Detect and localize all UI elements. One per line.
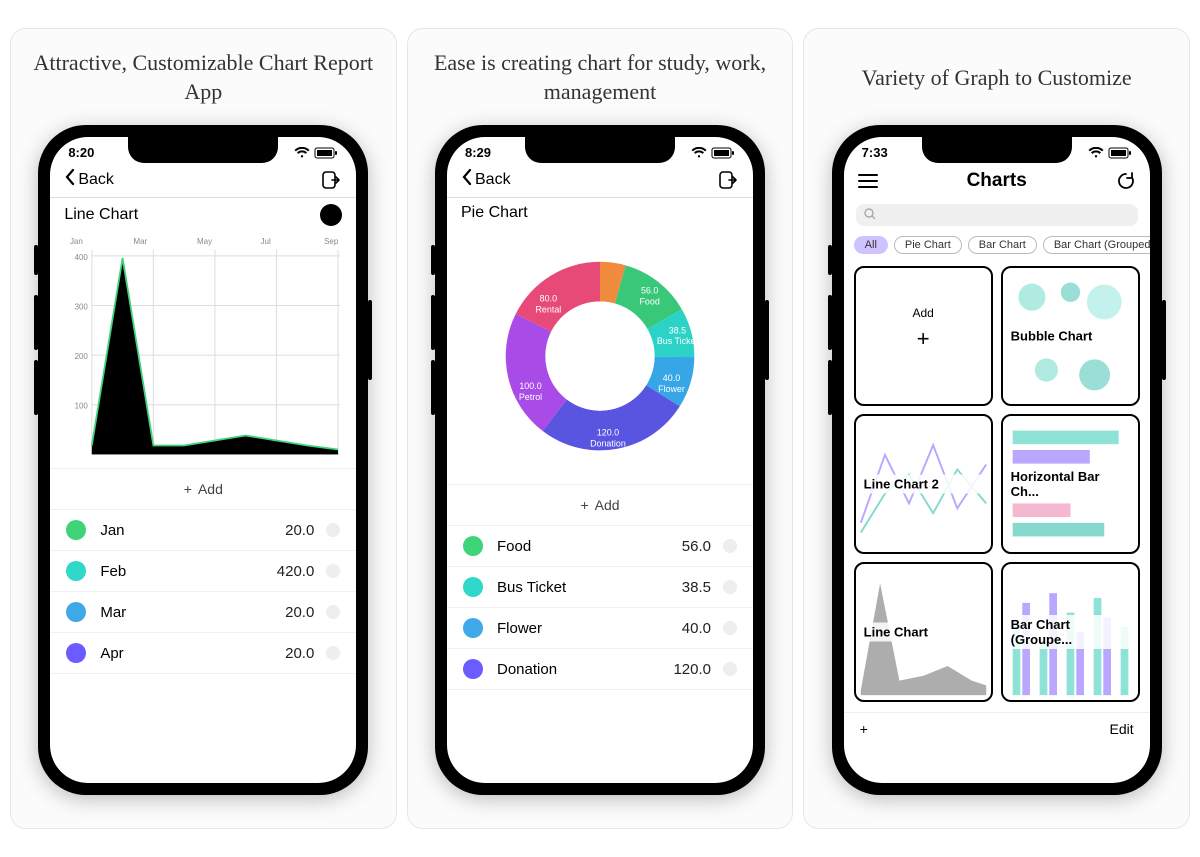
back-button[interactable]: Back: [461, 168, 511, 191]
add-entry-button[interactable]: +Add: [50, 468, 356, 510]
wifi-icon: [1088, 147, 1104, 159]
svg-text:Flower: Flower: [658, 384, 685, 394]
battery-icon: [1108, 147, 1132, 159]
row-radio[interactable]: [326, 646, 340, 660]
svg-text:Petrol: Petrol: [519, 392, 542, 402]
card-horizontal-bar[interactable]: Horizontal Bar Ch...: [1001, 414, 1140, 554]
data-row[interactable]: Feb420.0: [50, 551, 356, 592]
chip-bar[interactable]: Bar Chart: [968, 236, 1037, 254]
card-line-chart-2[interactable]: Line Chart 2: [854, 414, 993, 554]
phone-mock-3: 7:33 Charts All Pie Chart Bar Chart Bar …: [832, 125, 1162, 795]
svg-text:May: May: [197, 237, 212, 246]
row-radio[interactable]: [723, 662, 737, 676]
bottom-add-button[interactable]: +: [860, 721, 868, 737]
svg-text:200: 200: [75, 352, 89, 361]
svg-text:120.0: 120.0: [597, 428, 619, 438]
tagline-3: Variety of Graph to Customize: [862, 49, 1132, 107]
data-row[interactable]: Bus Ticket38.5: [447, 567, 753, 608]
menu-button[interactable]: [858, 173, 878, 189]
svg-text:Food: Food: [639, 296, 659, 306]
data-row[interactable]: Jan20.0: [50, 510, 356, 551]
wifi-icon: [294, 147, 310, 159]
card-line-chart[interactable]: Line Chart: [854, 562, 993, 702]
chart-title: Line Chart: [64, 206, 138, 224]
svg-text:56.0: 56.0: [641, 286, 658, 296]
svg-text:100.0: 100.0: [519, 381, 541, 391]
phone-mock-2: 8:29 Back Pie Chart: [435, 125, 765, 795]
plus-icon: +: [856, 326, 991, 352]
screen-title: Charts: [967, 170, 1027, 192]
tagline-2: Ease is creating chart for study, work, …: [420, 49, 781, 107]
back-button[interactable]: Back: [64, 168, 114, 191]
data-list: Jan20.0 Feb420.0 Mar20.0 Apr20.0: [50, 510, 356, 783]
chart-title: Pie Chart: [461, 204, 528, 222]
status-time: 8:20: [68, 145, 94, 160]
back-label: Back: [475, 171, 511, 189]
battery-icon: [711, 147, 735, 159]
promo-panel-2: Ease is creating chart for study, work, …: [407, 28, 794, 829]
color-picker-dot[interactable]: [320, 204, 342, 226]
chevron-left-icon: [64, 168, 76, 191]
svg-text:Mar: Mar: [134, 237, 148, 246]
data-row[interactable]: Apr20.0: [50, 633, 356, 674]
chevron-left-icon: [461, 168, 473, 191]
svg-text:300: 300: [75, 302, 89, 311]
status-time: 7:33: [862, 145, 888, 160]
tagline-1: Attractive, Customizable Chart Report Ap…: [23, 49, 384, 107]
svg-text:40.0: 40.0: [663, 373, 680, 383]
bottom-edit-button[interactable]: Edit: [1110, 721, 1134, 737]
chart-grid: Add + Bubble Chart: [844, 260, 1150, 708]
wifi-icon: [691, 147, 707, 159]
svg-text:Sep: Sep: [324, 237, 339, 246]
data-row[interactable]: Food56.0: [447, 526, 753, 567]
svg-text:100: 100: [75, 402, 89, 411]
svg-text:Donation: Donation: [590, 438, 626, 448]
svg-text:400: 400: [75, 253, 89, 262]
promo-panel-1: Attractive, Customizable Chart Report Ap…: [10, 28, 397, 829]
row-radio[interactable]: [723, 539, 737, 553]
search-icon: [864, 208, 876, 223]
data-row[interactable]: Donation120.0: [447, 649, 753, 690]
export-button[interactable]: [320, 169, 342, 191]
row-radio[interactable]: [326, 564, 340, 578]
svg-text:Bus Ticket: Bus Ticket: [657, 336, 699, 346]
status-time: 8:29: [465, 145, 491, 160]
data-row[interactable]: Flower40.0: [447, 608, 753, 649]
svg-text:Rental: Rental: [535, 304, 561, 314]
add-entry-button[interactable]: +Add: [447, 484, 753, 526]
svg-text:80.0: 80.0: [540, 293, 557, 303]
row-radio[interactable]: [326, 523, 340, 537]
card-add[interactable]: Add +: [854, 266, 993, 406]
chip-bar-grouped[interactable]: Bar Chart (Grouped): [1043, 236, 1150, 254]
refresh-button[interactable]: [1116, 171, 1136, 191]
row-radio[interactable]: [326, 605, 340, 619]
svg-text:38.5: 38.5: [669, 325, 686, 335]
row-radio[interactable]: [723, 621, 737, 635]
row-radio[interactable]: [723, 580, 737, 594]
promo-panel-3: Variety of Graph to Customize 7:33 Chart…: [803, 28, 1190, 829]
card-bubble-chart[interactable]: Bubble Chart: [1001, 266, 1140, 406]
filter-chips: All Pie Chart Bar Chart Bar Chart (Group…: [844, 230, 1150, 260]
chip-all[interactable]: All: [854, 236, 888, 254]
export-button[interactable]: [717, 169, 739, 191]
search-input[interactable]: [856, 204, 1138, 226]
svg-text:Jul: Jul: [261, 237, 271, 246]
data-row[interactable]: Mar20.0: [50, 592, 356, 633]
pie-chart-canvas[interactable]: 56.0 Food 38.5 Bus Ticket 40.0 Flower 12…: [447, 228, 753, 480]
battery-icon: [314, 147, 338, 159]
line-chart-canvas[interactable]: Jan Mar May Jul Sep: [50, 232, 356, 464]
data-list: Food56.0 Bus Ticket38.5 Flower40.0 Donat…: [447, 526, 753, 783]
svg-text:Jan: Jan: [70, 237, 83, 246]
chip-pie[interactable]: Pie Chart: [894, 236, 962, 254]
card-bar-grouped[interactable]: Bar Chart (Groupe...: [1001, 562, 1140, 702]
back-label: Back: [78, 171, 114, 189]
phone-mock-1: 8:20 Back Line Chart: [38, 125, 368, 795]
